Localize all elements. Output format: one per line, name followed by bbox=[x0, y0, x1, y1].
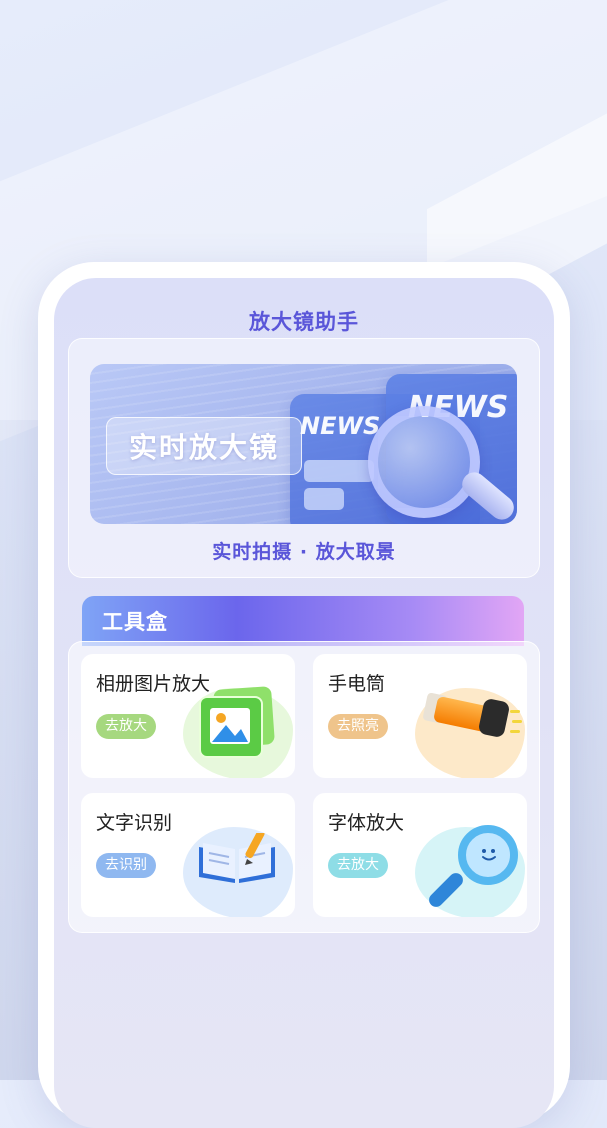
news-art-text: NEWS bbox=[300, 412, 381, 440]
tool-font-zoom[interactable]: 字体放大 去放大 bbox=[313, 793, 527, 917]
tool-label: 文字识别 bbox=[96, 812, 173, 834]
toolbox-title: 工具盒 bbox=[102, 610, 168, 634]
tool-action-button[interactable]: 去识别 bbox=[96, 853, 156, 878]
tool-action-button[interactable]: 去照亮 bbox=[328, 714, 388, 739]
light-ray-icon bbox=[510, 710, 520, 713]
toolbox-header: 工具盒 bbox=[82, 596, 524, 646]
open-book-pencil-icon bbox=[195, 829, 279, 883]
tool-text-recognition[interactable]: 文字识别 去识别 bbox=[81, 793, 295, 917]
tool-label: 相册图片放大 bbox=[96, 673, 211, 695]
app-screen: 放大镜助手 NEWS NEWS 实时放大镜 实时拍摄 · 放大取景 工具盒 相册… bbox=[54, 278, 554, 1128]
banner-title: 实时放大镜 bbox=[106, 417, 302, 475]
tool-label: 字体放大 bbox=[328, 812, 405, 834]
tool-action-button[interactable]: 去放大 bbox=[328, 853, 388, 878]
doc-line bbox=[304, 488, 344, 510]
hero-banner[interactable]: NEWS NEWS 实时放大镜 bbox=[90, 364, 517, 524]
magnifier-lens-icon bbox=[368, 406, 480, 518]
app-title: 放大镜助手 bbox=[249, 310, 359, 334]
toolbox-panel: 相册图片放大 去放大 手电筒 去照亮 文字识别 去识别 字体放大 去放大 bbox=[68, 641, 540, 933]
hero-subtitle: 实时拍摄 · 放大取景 bbox=[212, 541, 396, 563]
photo-album-icon bbox=[199, 696, 263, 758]
tool-album-zoom[interactable]: 相册图片放大 去放大 bbox=[81, 654, 295, 778]
phone-frame: 放大镜助手 NEWS NEWS 实时放大镜 实时拍摄 · 放大取景 工具盒 相册… bbox=[38, 262, 570, 1128]
light-ray-icon bbox=[512, 720, 522, 723]
doc-line bbox=[304, 460, 374, 482]
smile-face-icon bbox=[478, 846, 500, 868]
tool-flashlight[interactable]: 手电筒 去照亮 bbox=[313, 654, 527, 778]
light-ray-icon bbox=[510, 730, 520, 733]
tool-action-button[interactable]: 去放大 bbox=[96, 714, 156, 739]
realtime-magnifier-card[interactable]: NEWS NEWS 实时放大镜 实时拍摄 · 放大取景 bbox=[68, 338, 540, 578]
tool-label: 手电筒 bbox=[328, 673, 386, 695]
